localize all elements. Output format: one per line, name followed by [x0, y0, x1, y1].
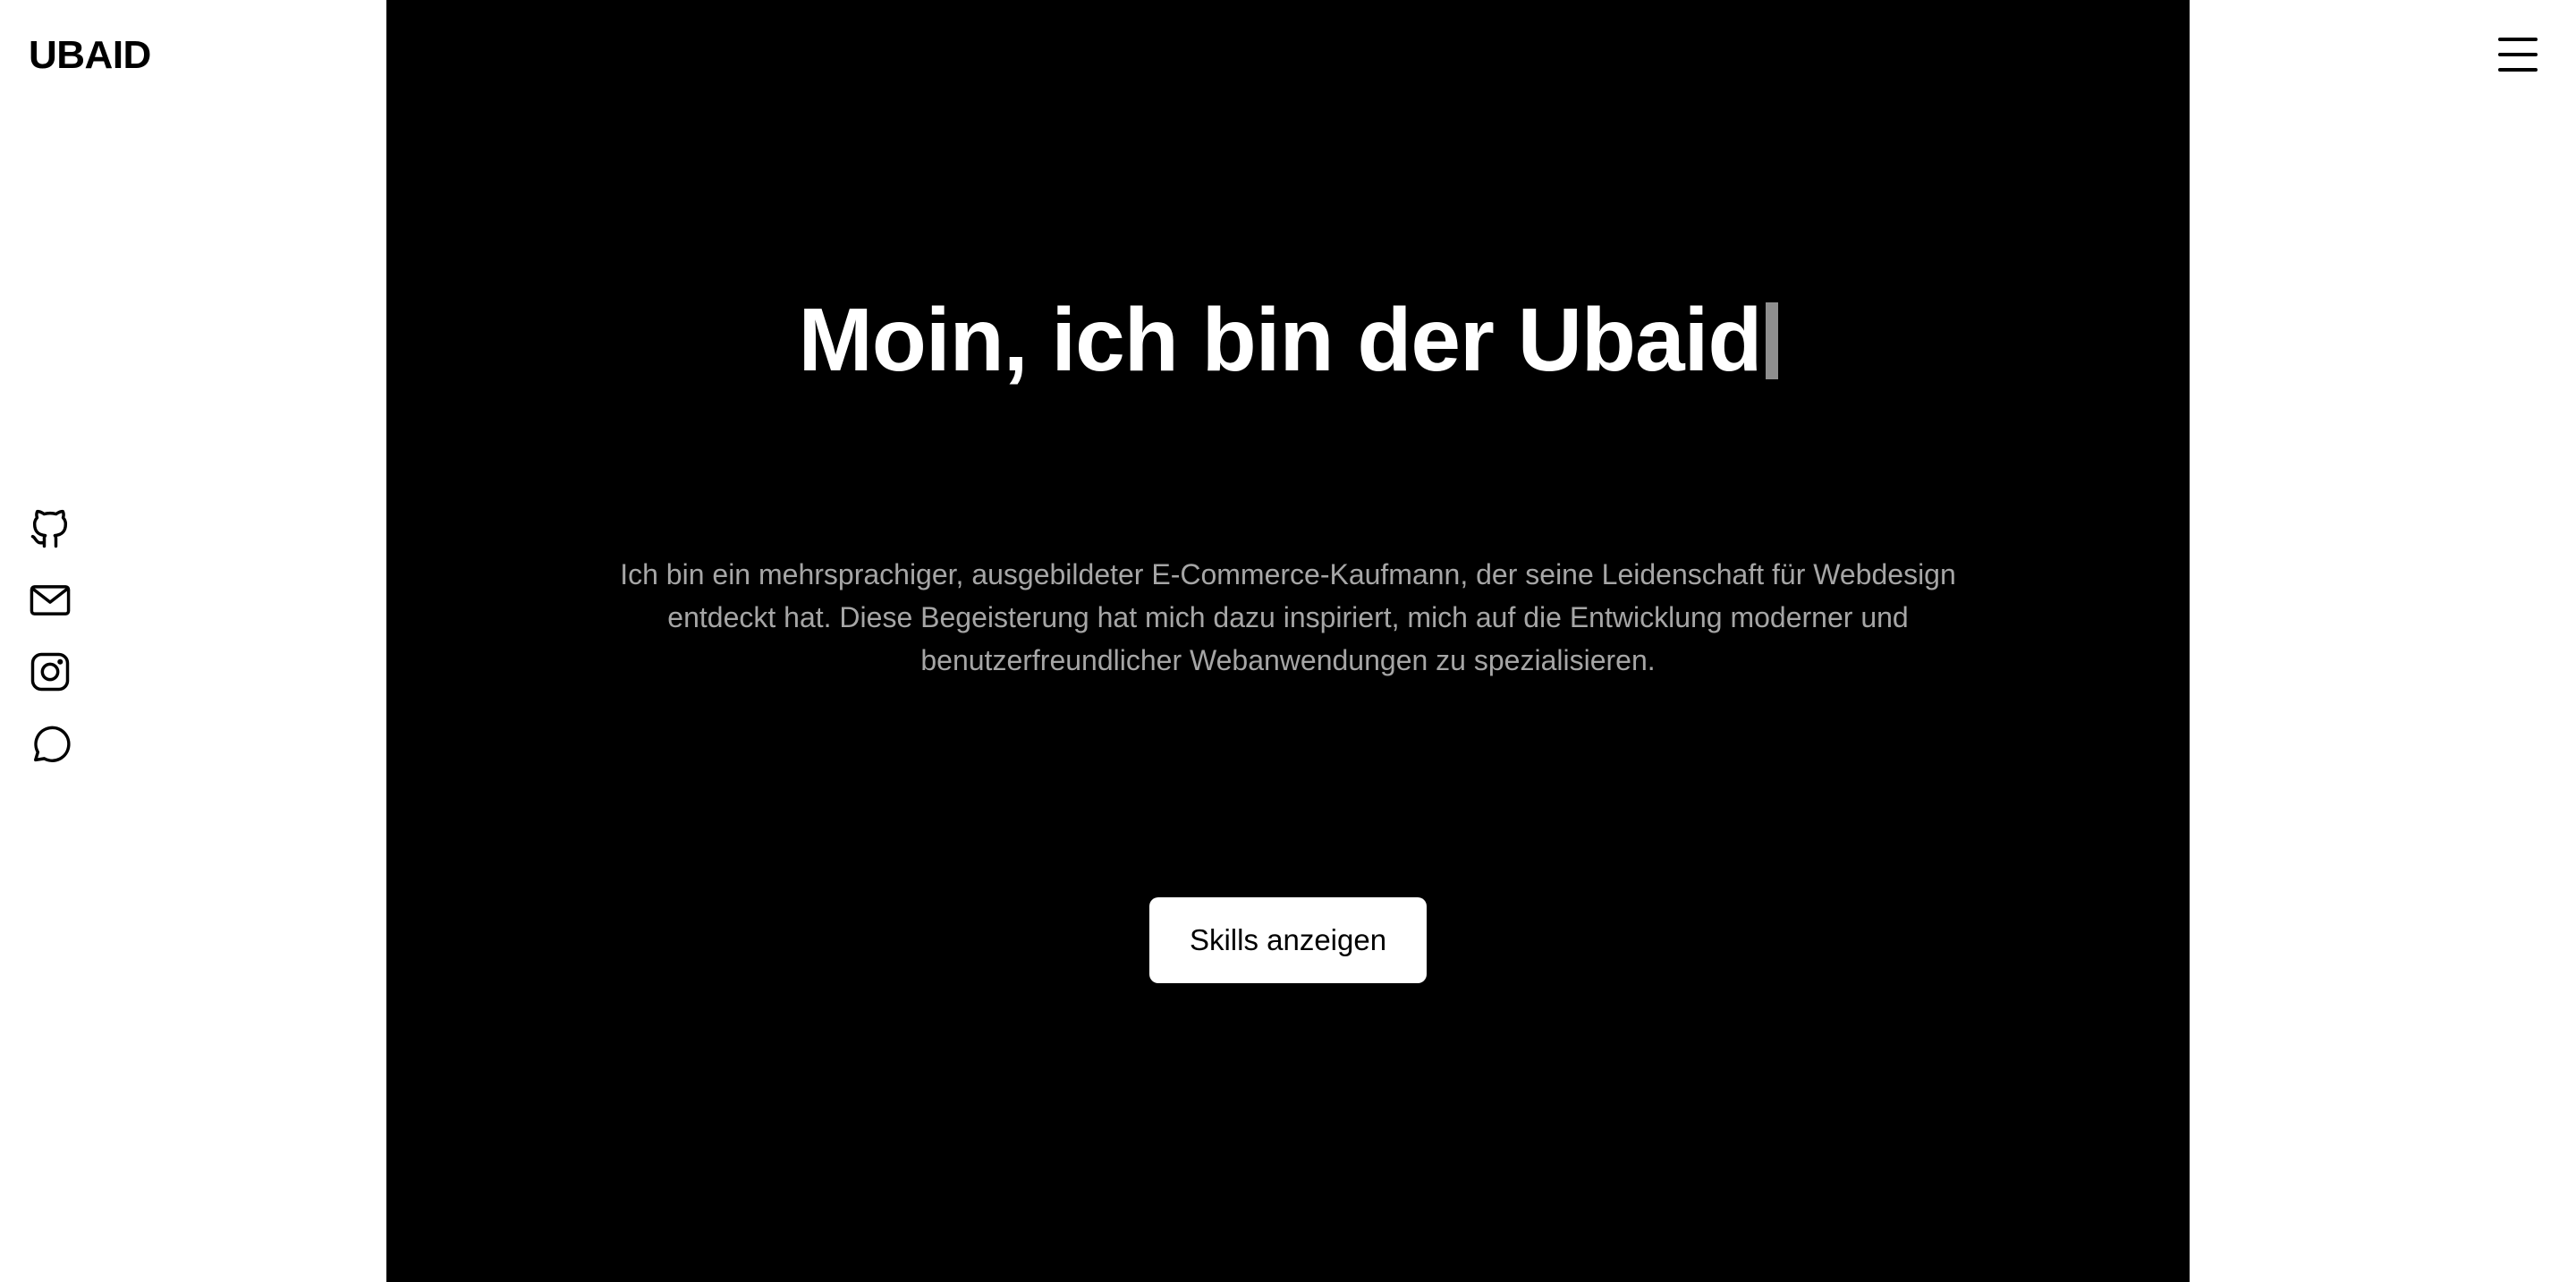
instagram-icon [30, 652, 70, 692]
menu-button[interactable] [2496, 34, 2540, 75]
hero-section: Moin, ich bin der Ubaid Ich bin ein mehr… [386, 0, 2190, 1282]
chat-bubble-icon [34, 726, 71, 762]
github-icon [30, 509, 68, 548]
site-logo[interactable]: UBAID [29, 32, 151, 79]
page: UBAID Moin, ich bin der Ubaid Ich bin ei… [0, 0, 2576, 1282]
chat-link[interactable] [27, 720, 73, 767]
mail-link[interactable] [27, 577, 73, 624]
hero-description: Ich bin ein mehrsprachiger, ausgebildete… [620, 558, 1956, 676]
hamburger-menu-icon [2498, 38, 2538, 72]
instagram-link[interactable] [27, 649, 73, 695]
hero-title: Moin, ich bin der Ubaid [386, 286, 2190, 394]
show-skills-button[interactable]: Skills anzeigen [1149, 897, 1427, 983]
github-link[interactable] [27, 505, 73, 552]
typing-cursor [1765, 302, 1778, 379]
social-links [27, 505, 73, 792]
hero-title-text: Moin, ich bin der Ubaid [798, 290, 1763, 390]
mail-icon [30, 585, 71, 616]
